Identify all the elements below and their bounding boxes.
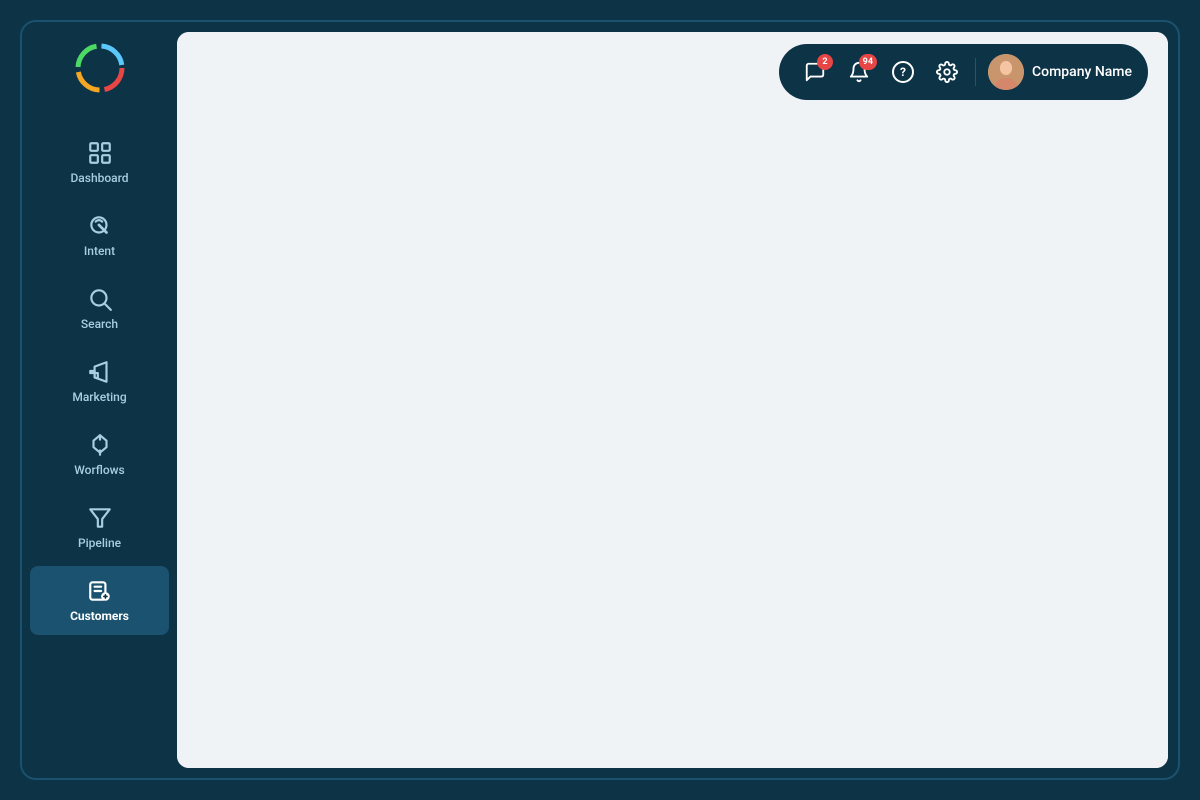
logo-area <box>74 42 126 98</box>
messages-button[interactable]: 2 <box>795 52 835 92</box>
company-name: Company Name <box>1032 64 1132 80</box>
topbar-divider <box>975 58 976 86</box>
sidebar-item-intent[interactable]: Intent <box>30 201 169 270</box>
avatar-svg <box>988 54 1024 90</box>
sidebar-item-customers-label: Customers <box>70 609 129 623</box>
app-logo <box>74 42 126 94</box>
gear-icon <box>936 61 958 83</box>
sidebar-item-pipeline-label: Pipeline <box>78 536 121 550</box>
nav-items: Dashboard Intent Search <box>22 126 177 762</box>
topbar-actions: 2 94 ? <box>779 44 1148 100</box>
sidebar: Dashboard Intent Search <box>22 22 177 778</box>
search-icon <box>87 286 113 312</box>
filter-icon <box>87 505 113 531</box>
sidebar-item-marketing[interactable]: Marketing <box>30 347 169 416</box>
messages-badge: 2 <box>817 54 833 70</box>
sidebar-item-marketing-label: Marketing <box>72 390 126 404</box>
sidebar-item-search[interactable]: Search <box>30 274 169 343</box>
avatar-image <box>988 54 1024 90</box>
page-body <box>177 112 1168 768</box>
sidebar-item-pipeline[interactable]: Pipeline <box>30 493 169 562</box>
help-icon: ? <box>892 61 914 83</box>
sidebar-item-dashboard[interactable]: Dashboard <box>30 128 169 197</box>
notifications-badge: 94 <box>859 54 877 70</box>
main-content: 2 94 ? <box>177 32 1168 768</box>
avatar <box>988 54 1024 90</box>
topbar: 2 94 ? <box>177 32 1168 112</box>
sidebar-item-workflows[interactable]: Worflows <box>30 420 169 489</box>
sidebar-item-dashboard-label: Dashboard <box>70 171 128 185</box>
settings-button[interactable] <box>927 52 967 92</box>
workflows-icon <box>87 432 113 458</box>
sidebar-item-search-label: Search <box>81 317 118 331</box>
app-container: Dashboard Intent Search <box>20 20 1180 780</box>
sidebar-item-workflows-label: Worflows <box>74 463 124 477</box>
customers-icon <box>87 578 113 604</box>
user-menu[interactable]: Company Name <box>984 54 1132 90</box>
sidebar-item-customers[interactable]: Customers <box>30 566 169 635</box>
notifications-button[interactable]: 94 <box>839 52 879 92</box>
sidebar-item-intent-label: Intent <box>84 244 115 258</box>
intent-icon <box>87 213 113 239</box>
megaphone-icon <box>87 359 113 385</box>
help-button[interactable]: ? <box>883 52 923 92</box>
grid-icon <box>87 140 113 166</box>
